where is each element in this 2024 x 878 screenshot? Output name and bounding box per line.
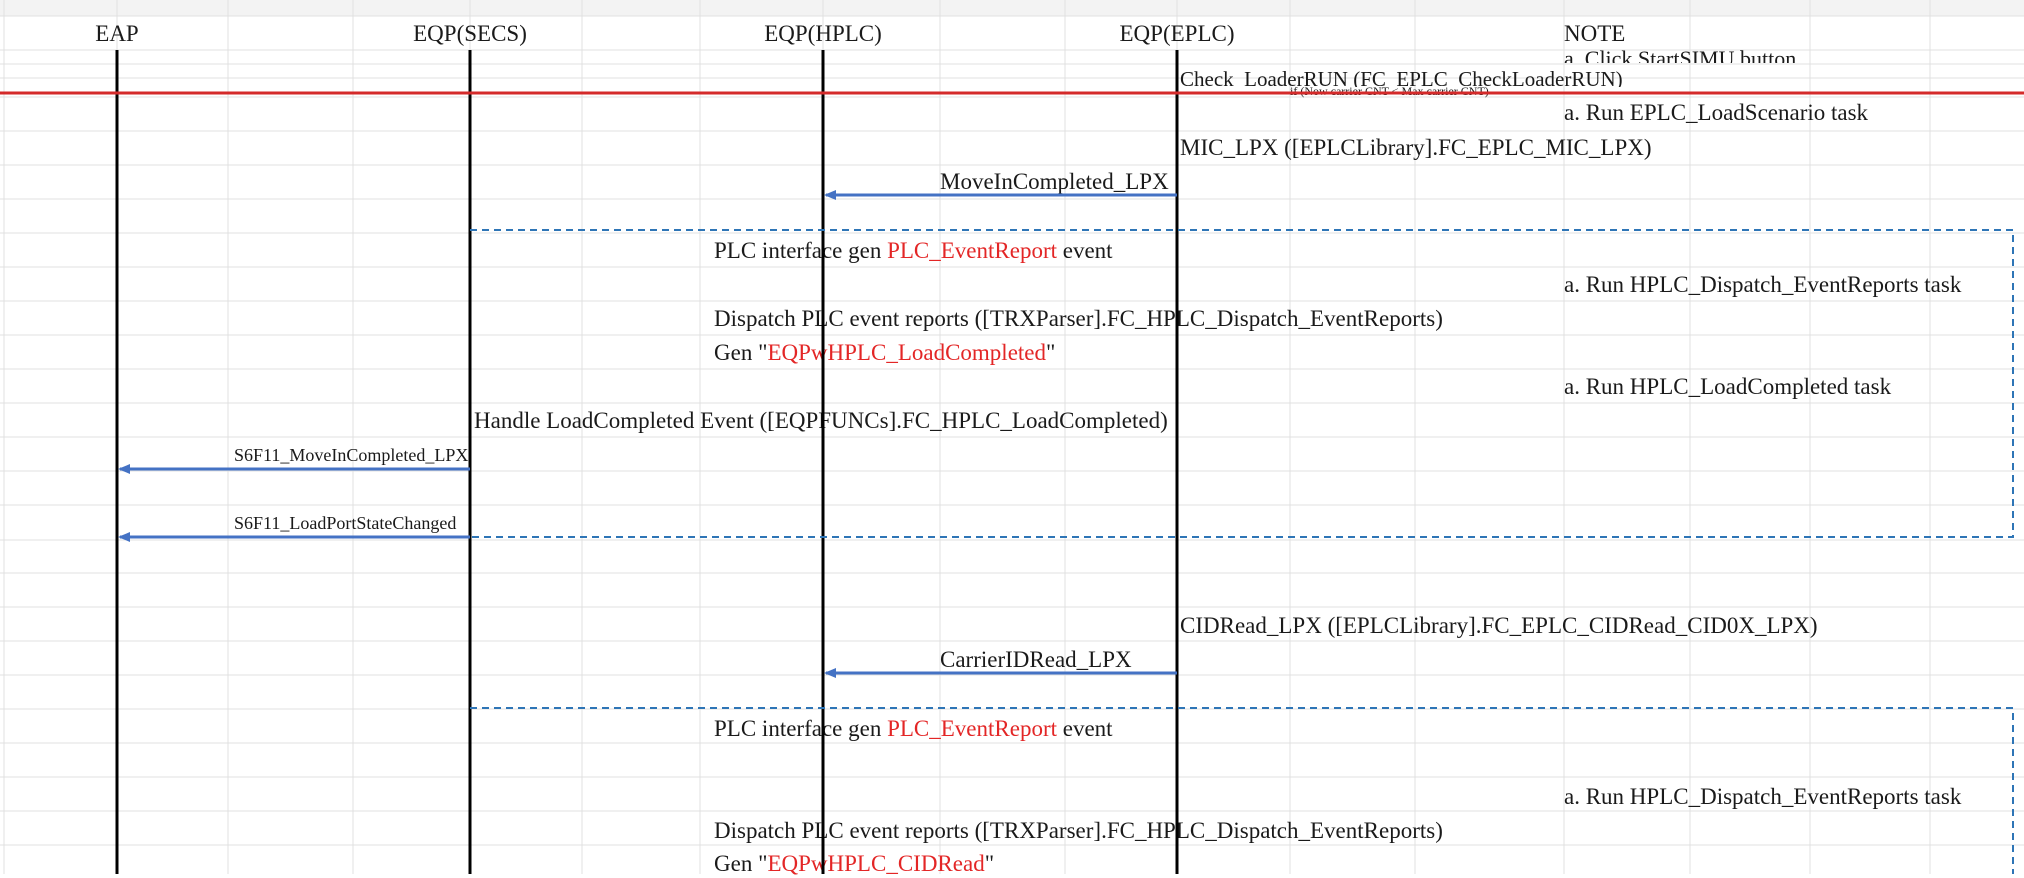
lane-header-eqp-secs: EQP(SECS)	[413, 21, 527, 46]
dispatch-event-reports-1: Dispatch PLC event reports ([TRXParser].…	[714, 306, 1443, 331]
mic-lpx-call: MIC_LPX ([EPLCLibrary].FC_EPLC_MIC_LPX)	[1180, 135, 1652, 160]
lane-header-eqp-hplc: EQP(HPLC)	[764, 21, 882, 46]
note-dispatch-2: a. Run HPLC_Dispatch_EventReports task	[1564, 784, 1962, 809]
message-carrier-id-read: CarrierIDRead_LPX	[940, 647, 1132, 672]
note-dispatch-1: a. Run HPLC_Dispatch_EventReports task	[1564, 272, 1962, 297]
dispatch-event-reports-2: Dispatch PLC event reports ([TRXParser].…	[714, 818, 1443, 843]
condition-text: if (Now carrier CNT < Max carrier CNT)	[1290, 84, 1489, 98]
plc-interface-gen-1: PLC interface gen PLC_EventReport event	[714, 238, 1113, 263]
note-header: NOTE	[1564, 21, 1626, 46]
note-load-completed: a. Run HPLC_LoadCompleted task	[1564, 374, 1892, 399]
handle-load-completed: Handle LoadCompleted Event ([EQPFUNCs].F…	[474, 408, 1168, 433]
lane-header-eap: EAP	[95, 21, 139, 46]
note-load-scenario: a. Run EPLC_LoadScenario task	[1564, 100, 1869, 125]
lane-header-eqp-eplc: EQP(EPLC)	[1119, 21, 1235, 46]
cidread-lpx-call: CIDRead_LPX ([EPLCLibrary].FC_EPLC_CIDRe…	[1180, 613, 1818, 638]
note-click-start: a. Click StartSIMU button	[1564, 48, 1797, 63]
message-move-in-completed: MoveInCompleted_LPX	[940, 169, 1169, 194]
message-s6f11-port-state: S6F11_LoadPortStateChanged	[234, 513, 457, 533]
plc-interface-gen-2: PLC interface gen PLC_EventReport event	[714, 716, 1113, 741]
message-s6f11-move-in: S6F11_MoveInCompleted_LPX	[234, 445, 469, 465]
column-header-strip	[0, 0, 2024, 16]
gen-load-completed: Gen "EQPwHPLC_LoadCompleted"	[714, 340, 1056, 365]
